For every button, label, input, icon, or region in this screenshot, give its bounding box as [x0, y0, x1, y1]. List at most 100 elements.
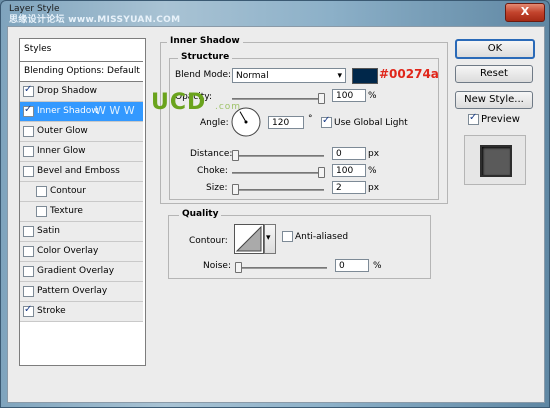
- preview-checkbox[interactable]: [468, 112, 479, 125]
- style-item-checkbox[interactable]: [36, 186, 47, 197]
- style-item-label: Bevel and Emboss: [37, 166, 120, 176]
- styles-header[interactable]: Styles: [20, 39, 143, 62]
- angle-unit: °: [308, 114, 313, 124]
- blend-mode-select[interactable]: Normal ▾: [232, 68, 346, 83]
- distance-slider-thumb[interactable]: [232, 150, 239, 161]
- style-item-label: Inner Shadow: [37, 106, 99, 116]
- noise-slider-thumb[interactable]: [235, 262, 242, 273]
- style-item-label: Satin: [37, 226, 60, 236]
- style-item-checkbox[interactable]: [23, 104, 34, 117]
- style-item-label: Gradient Overlay: [37, 266, 115, 276]
- style-item-label: Inner Glow: [37, 146, 86, 156]
- shadow-color-swatch[interactable]: [352, 68, 378, 84]
- size-slider-track[interactable]: [232, 189, 324, 191]
- watermark-text: 思缘设计论坛 www.MISSYUAN.COM: [9, 15, 181, 25]
- quality-title: Quality: [179, 209, 222, 219]
- structure-group: Structure Blend Mode: Normal ▾ #00274a O…: [169, 52, 439, 200]
- dropdown-arrow-icon: ▾: [266, 233, 271, 243]
- style-item-checkbox[interactable]: [36, 206, 47, 217]
- contour-picker[interactable]: [234, 224, 264, 254]
- ucd-logo: UCD .com: [151, 90, 241, 115]
- choke-input[interactable]: 100: [332, 164, 366, 177]
- distance-label: Distance:: [190, 149, 233, 159]
- anti-aliased-label: Anti-aliased: [295, 232, 349, 242]
- quality-group: Quality Contour: ▾ Anti-aliased Noise: 0…: [168, 209, 431, 279]
- style-item-checkbox[interactable]: [23, 166, 34, 177]
- style-item-label: Drop Shadow: [37, 86, 98, 96]
- inner-shadow-title: Inner Shadow: [167, 36, 243, 46]
- preview-label: Preview: [481, 114, 520, 125]
- style-item-checkbox[interactable]: [23, 246, 34, 257]
- styles-list: Styles Blending Options: Default Drop Sh…: [19, 38, 146, 366]
- opacity-slider-thumb[interactable]: [318, 93, 325, 104]
- style-item[interactable]: Pattern Overlay: [20, 282, 143, 302]
- angle-input[interactable]: 120: [268, 116, 304, 129]
- dropdown-arrow-icon: ▾: [337, 71, 342, 81]
- style-item-label: Texture: [50, 206, 83, 216]
- size-slider-thumb[interactable]: [232, 184, 239, 195]
- close-button[interactable]: X: [505, 3, 545, 22]
- preview-box: [464, 135, 526, 185]
- styles-header-label: Styles: [24, 44, 52, 54]
- contour-dropdown-button[interactable]: ▾: [264, 224, 276, 254]
- overlay-www-text: W W W: [95, 104, 135, 117]
- distance-slider-track[interactable]: [232, 155, 324, 157]
- style-item-checkbox[interactable]: [23, 126, 34, 137]
- choke-unit: %: [368, 166, 377, 176]
- style-item[interactable]: Texture: [20, 202, 143, 222]
- style-item-checkbox[interactable]: [23, 266, 34, 277]
- style-item-label: Outer Glow: [37, 126, 88, 136]
- opacity-input[interactable]: 100: [332, 89, 366, 102]
- style-item-checkbox[interactable]: [23, 146, 34, 157]
- structure-title: Structure: [178, 52, 233, 62]
- noise-unit: %: [373, 261, 382, 271]
- blend-mode-value: Normal: [236, 71, 269, 81]
- noise-input[interactable]: 0: [335, 259, 369, 272]
- layer-style-window: Layer Style 思缘设计论坛 www.MISSYUAN.COM X St…: [0, 0, 550, 408]
- opacity-unit: %: [368, 91, 377, 101]
- style-item-checkbox[interactable]: [23, 286, 34, 297]
- choke-slider-track[interactable]: [232, 172, 324, 174]
- size-input[interactable]: 2: [332, 181, 366, 194]
- choke-slider-thumb[interactable]: [318, 167, 325, 178]
- style-item[interactable]: Inner Glow: [20, 142, 143, 162]
- style-item-checkbox[interactable]: [23, 226, 34, 237]
- preview-swatch: [480, 145, 512, 177]
- reset-button[interactable]: Reset: [455, 65, 533, 83]
- color-hex-annotation: #00274a: [379, 67, 439, 81]
- size-unit: px: [368, 183, 380, 193]
- blending-options-label: Blending Options: Default: [24, 66, 140, 76]
- noise-label: Noise:: [203, 261, 231, 271]
- opacity-slider-track[interactable]: [232, 98, 324, 100]
- dialog-client-area: Styles Blending Options: Default Drop Sh…: [7, 26, 545, 403]
- inner-shadow-group: Inner Shadow Structure Blend Mode: Norma…: [160, 36, 448, 204]
- ok-button[interactable]: OK: [455, 39, 535, 59]
- style-item[interactable]: Contour: [20, 182, 143, 202]
- anti-aliased-checkbox[interactable]: [282, 231, 293, 242]
- size-label: Size:: [206, 183, 228, 193]
- use-global-light-checkbox[interactable]: [321, 115, 332, 128]
- new-style-button[interactable]: New Style...: [455, 91, 533, 109]
- choke-label: Choke:: [197, 166, 228, 176]
- ucd-logo-text: UCD: [151, 90, 207, 115]
- style-item[interactable]: Outer Glow: [20, 122, 143, 142]
- angle-label: Angle:: [200, 118, 229, 128]
- contour-curve-icon: [235, 225, 262, 252]
- ucd-logo-sub: .com: [214, 102, 242, 112]
- style-item-checkbox[interactable]: [23, 84, 34, 97]
- style-item[interactable]: Bevel and Emboss: [20, 162, 143, 182]
- noise-slider-track[interactable]: [235, 267, 327, 269]
- style-item[interactable]: Drop Shadow: [20, 82, 143, 102]
- style-item-label: Stroke: [37, 306, 66, 316]
- style-item[interactable]: Color Overlay: [20, 242, 143, 262]
- blend-mode-label: Blend Mode:: [175, 70, 232, 80]
- style-item-checkbox[interactable]: [23, 304, 34, 317]
- style-item[interactable]: Stroke: [20, 302, 143, 322]
- blending-options-item[interactable]: Blending Options: Default: [20, 62, 143, 82]
- distance-input[interactable]: 0: [332, 147, 366, 160]
- style-item[interactable]: Inner ShadowW W W: [20, 102, 143, 122]
- distance-unit: px: [368, 149, 380, 159]
- style-item[interactable]: Satin: [20, 222, 143, 242]
- style-item-label: Contour: [50, 186, 86, 196]
- style-item[interactable]: Gradient Overlay: [20, 262, 143, 282]
